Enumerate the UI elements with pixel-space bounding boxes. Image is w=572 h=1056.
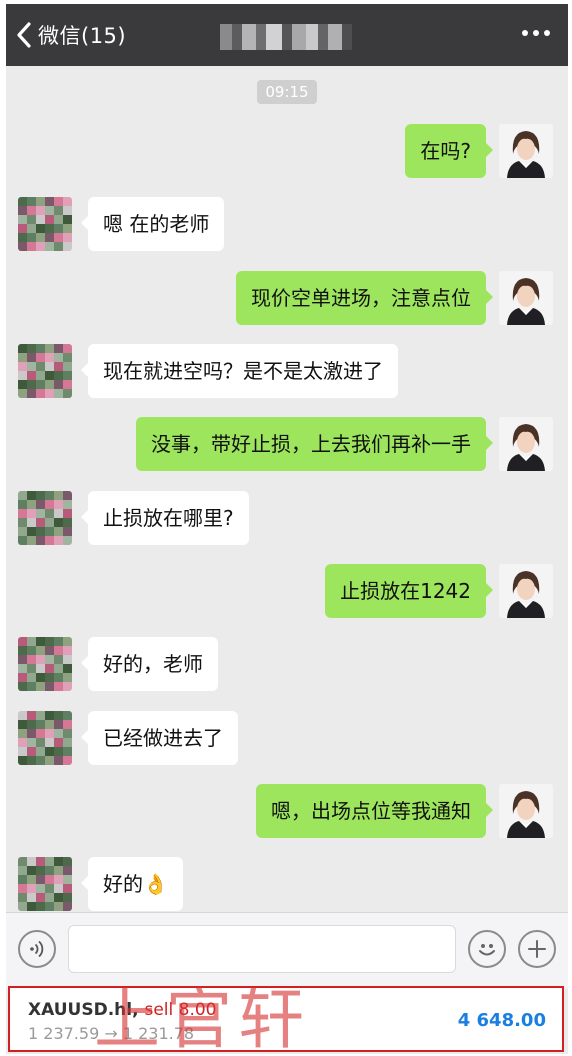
teacher-avatar[interactable] — [499, 124, 553, 178]
student-avatar[interactable] — [18, 344, 72, 398]
student-avatar[interactable] — [18, 857, 72, 911]
input-bar — [6, 912, 568, 988]
message-bubble-outgoing[interactable]: 嗯，出场点位等我通知 — [256, 784, 493, 838]
message-bubble-incoming[interactable]: 现在就进空吗？是不是太激进了 — [81, 344, 398, 398]
message-bubble-incoming[interactable]: 好的👌 — [81, 857, 183, 911]
trade-symbol: XAUUSD.hl, — [28, 1000, 139, 1020]
student-avatar[interactable] — [18, 711, 72, 765]
message-bubble-incoming[interactable]: 止损放在哪里? — [81, 491, 249, 545]
plus-icon[interactable] — [518, 930, 556, 968]
teacher-avatar[interactable] — [499, 784, 553, 838]
message-bubble-outgoing[interactable]: 没事，带好止损，上去我们再补一手 — [136, 417, 493, 471]
message-timestamp: 09:15 — [257, 80, 317, 104]
chevron-left-icon — [16, 21, 32, 49]
student-avatar[interactable] — [18, 491, 72, 545]
teacher-avatar[interactable] — [499, 564, 553, 618]
teacher-avatar[interactable] — [499, 417, 553, 471]
message-bubble-incoming[interactable]: 嗯 在的老师 — [80, 197, 225, 251]
message-bubble-outgoing[interactable]: 在吗? — [405, 124, 493, 178]
voice-icon[interactable] — [18, 930, 56, 968]
message-bubble-incoming[interactable]: 好的，老师 — [81, 637, 218, 691]
message-input[interactable] — [68, 925, 456, 973]
message-bubble-incoming[interactable]: 已经做进去了 — [81, 711, 238, 765]
teacher-avatar[interactable] — [499, 271, 553, 325]
message-bubble-outgoing[interactable]: 现价空单进场，注意点位 — [236, 271, 493, 325]
trade-profit: 4 648.00 — [457, 1010, 546, 1031]
trade-side-lot: sell 8.00 — [144, 1000, 217, 1020]
message-bubble-outgoing[interactable]: 止损放在1242 — [325, 564, 493, 618]
back-button[interactable]: 微信(15) — [16, 18, 126, 52]
wechat-chat-screen: 微信(15) 09:15 在吗? 嗯 在的老师 现价空单进场，注意点位 现在就进… — [6, 4, 568, 1054]
trade-symbol-line: XAUUSD.hl, sell 8.00 — [28, 1000, 217, 1020]
more-options-icon[interactable] — [522, 30, 550, 36]
trade-ticker: XAUUSD.hl, sell 8.00 1 237.59 → 1 231.78… — [8, 981, 564, 1054]
chat-header: 微信(15) — [6, 4, 568, 66]
trade-prices: 1 237.59 → 1 231.78 — [28, 1024, 195, 1043]
chat-title-blurred — [220, 24, 352, 50]
student-avatar[interactable] — [18, 637, 72, 691]
emoji-icon[interactable] — [468, 930, 506, 968]
back-label: 微信(15) — [38, 24, 127, 48]
student-avatar[interactable] — [18, 197, 72, 251]
